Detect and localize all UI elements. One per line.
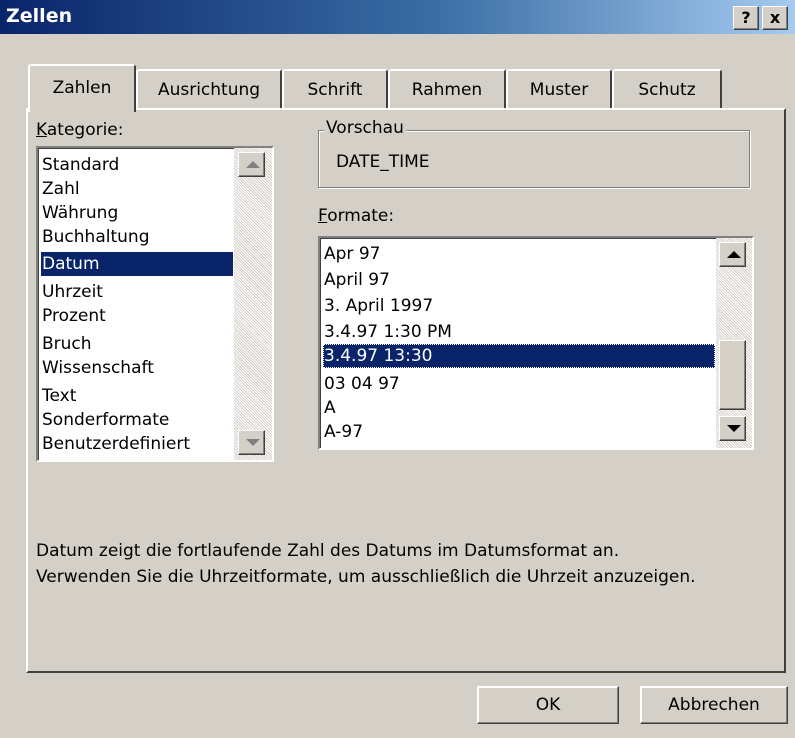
ok-button[interactable]: OK [477, 686, 619, 724]
list-item-selected[interactable]: 3.4.97 13:30 [323, 344, 715, 368]
arrow-down-icon [727, 425, 741, 432]
list-item[interactable]: 3.4.97 1:30 PM [323, 320, 452, 344]
tab-ausrichtung[interactable]: Ausrichtung [136, 69, 282, 109]
list-item[interactable]: Währung [41, 201, 118, 225]
help-button[interactable]: ? [733, 6, 759, 30]
category-description: Datum zeigt die fortlaufende Zahl des Da… [36, 538, 776, 590]
tab-schutz[interactable]: Schutz [612, 69, 722, 109]
list-item[interactable]: Apr 97 [323, 242, 380, 266]
scroll-thumb[interactable] [719, 340, 746, 410]
list-item[interactable]: Uhrzeit [41, 280, 103, 304]
list-item[interactable]: Benutzerdefiniert [41, 432, 190, 456]
category-scrollbar[interactable] [234, 148, 272, 460]
close-button[interactable]: x [762, 6, 788, 30]
tab-rahmen[interactable]: Rahmen [388, 69, 506, 109]
window-title: Zellen [6, 5, 73, 27]
formats-listbox[interactable]: Apr 97 April 97 3. April 1997 3.4.97 1:3… [318, 236, 754, 450]
list-item[interactable]: Buchhaltung [41, 225, 149, 249]
preview-label: Vorschau [324, 118, 406, 138]
list-item[interactable]: Bruch [41, 332, 92, 356]
list-item[interactable]: 03 04 97 [323, 372, 400, 396]
preview-value: DATE_TIME [336, 152, 430, 172]
cancel-button[interactable]: Abbrechen [640, 686, 788, 724]
description-line-1: Datum zeigt die fortlaufende Zahl des Da… [36, 541, 620, 561]
title-bar[interactable]: Zellen ? x [0, 0, 795, 34]
formats-scrollbar[interactable] [716, 238, 752, 448]
list-item[interactable]: April 97 [323, 268, 390, 292]
category-listbox[interactable]: Standard Zahl Währung Buchhaltung Datum … [36, 146, 274, 462]
tab-zahlen[interactable]: Zahlen [28, 64, 136, 112]
tab-muster[interactable]: Muster [506, 69, 612, 109]
formats-label: Formate: [318, 206, 395, 226]
arrow-down-icon [246, 439, 260, 446]
list-item[interactable]: Text [41, 384, 76, 408]
list-item[interactable]: Prozent [41, 304, 106, 328]
list-item[interactable]: Standard [41, 153, 119, 177]
tab-schrift[interactable]: Schrift [282, 69, 388, 109]
list-item-selected[interactable]: Datum [41, 252, 233, 276]
list-item[interactable]: A [323, 396, 336, 420]
scroll-down-button[interactable] [238, 430, 265, 455]
arrow-up-icon [727, 251, 741, 258]
scroll-up-button[interactable] [719, 242, 746, 267]
description-line-2: Verwenden Sie die Uhrzeitformate, um aus… [36, 567, 696, 587]
category-label: Kategorie: [36, 120, 124, 140]
arrow-up-icon [246, 161, 260, 168]
cell-format-dialog: Zellen ? x Zahlen Ausrichtung Schrift Ra… [0, 0, 795, 738]
list-item[interactable]: Wissenschaft [41, 356, 154, 380]
list-item[interactable]: Sonderformate [41, 408, 169, 432]
scroll-down-button[interactable] [719, 416, 746, 441]
list-item[interactable]: Zahl [41, 177, 80, 201]
list-item[interactable]: 3. April 1997 [323, 294, 433, 318]
scroll-up-button[interactable] [238, 152, 265, 177]
list-item[interactable]: A-97 [323, 420, 363, 444]
